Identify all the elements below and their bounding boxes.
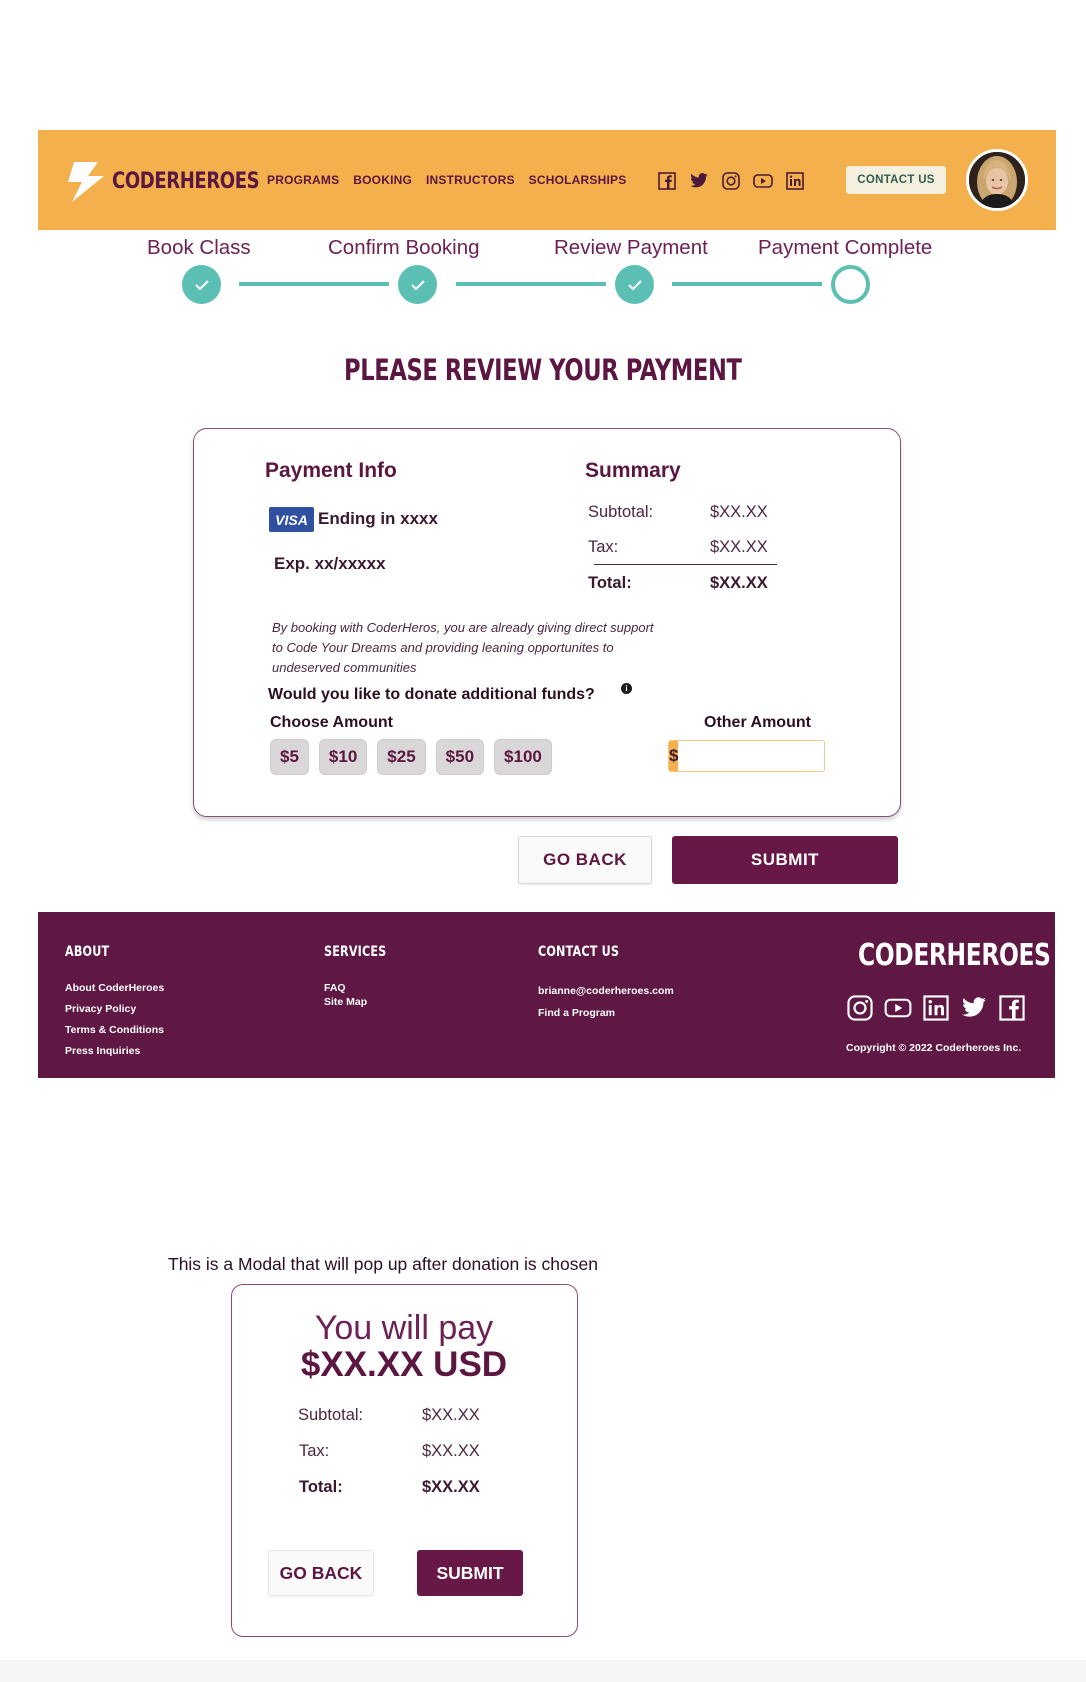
page-title: PLEASE REVIEW YOUR PAYMENT (344, 353, 742, 387)
linkedin-icon[interactable] (784, 170, 806, 192)
modal-subtotal-label: Subtotal: (298, 1406, 364, 1424)
instagram-icon[interactable] (846, 994, 874, 1022)
choose-amount-label: Choose Amount (270, 714, 393, 731)
nav-instructors[interactable]: INSTRUCTORS (426, 173, 515, 187)
modal-total-label: Total: (299, 1478, 343, 1496)
modal-go-back-button[interactable]: GO BACK (268, 1550, 374, 1596)
check-icon (410, 279, 425, 290)
subtotal-label: Subtotal: (588, 503, 654, 521)
copyright: Copyright © 2022 Coderheroes Inc. (846, 1042, 1022, 1054)
check-icon (194, 279, 209, 290)
stepper: Book Class Confirm Booking Review Paymen… (0, 236, 1086, 266)
card-ending: Ending in xxxx (318, 509, 438, 528)
donation-amounts: $5 $10 $25 $50 $100 (270, 739, 552, 775)
footer-link-privacy[interactable]: Privacy Policy (65, 1003, 136, 1015)
footer-link-find-program[interactable]: Find a Program (538, 1007, 615, 1019)
step-dot-payment-complete (831, 265, 870, 304)
instagram-icon[interactable] (720, 170, 742, 192)
step-connector (672, 282, 822, 286)
footer-link-press[interactable]: Press Inquiries (65, 1045, 140, 1057)
logo[interactable]: CODERHEROES (64, 158, 292, 204)
contact-us-button[interactable]: CONTACT US (846, 166, 946, 194)
payment-review-card: Payment Info VISA Ending in xxxx Exp. xx… (193, 428, 901, 817)
amount-25-button[interactable]: $25 (377, 739, 426, 775)
footer-services-heading: SERVICES (324, 944, 387, 960)
other-amount-field: $ (668, 740, 825, 772)
footer-link-terms[interactable]: Terms & Conditions (65, 1024, 164, 1036)
donate-question: Would you like to donate additional fund… (268, 686, 595, 703)
nav-booking[interactable]: BOOKING (353, 173, 412, 187)
step-label-review-payment: Review Payment (554, 236, 708, 259)
site-header: CODERHEROES PROGRAMS BOOKING INSTRUCTORS… (38, 130, 1056, 230)
footer-about-heading: ABOUT (65, 944, 110, 960)
modal-submit-button[interactable]: SUBMIT (417, 1550, 523, 1596)
summary-divider (594, 564, 777, 565)
header-social (656, 170, 806, 192)
bottom-strip (0, 1660, 1086, 1682)
twitter-icon[interactable] (960, 994, 988, 1022)
brand-name: CODERHEROES (112, 168, 260, 194)
linkedin-icon[interactable] (922, 994, 950, 1022)
step-label-payment-complete: Payment Complete (758, 236, 933, 259)
step-dot-book-class (182, 265, 221, 304)
total-value: $XX.XX (710, 574, 768, 592)
modal-caption: This is a Modal that will pop up after d… (168, 1254, 598, 1274)
footer-link-about[interactable]: About CoderHeroes (65, 982, 164, 994)
modal-you-will-pay: You will pay (314, 1309, 494, 1347)
tax-label: Tax: (588, 538, 619, 556)
total-label: Total: (588, 574, 632, 592)
payment-info-heading: Payment Info (265, 459, 397, 482)
step-connector (239, 282, 389, 286)
tax-value: $XX.XX (710, 538, 768, 556)
youtube-icon[interactable] (752, 170, 774, 192)
submit-button[interactable]: SUBMIT (672, 836, 898, 884)
modal-subtotal-value: $XX.XX (422, 1406, 480, 1424)
facebook-icon[interactable] (998, 994, 1026, 1022)
check-icon (627, 279, 642, 290)
subtotal-value: $XX.XX (710, 503, 768, 521)
footer-contact-heading: CONTACT US (538, 944, 620, 960)
dollar-prefix: $ (669, 741, 679, 771)
lightning-bolt-icon (68, 162, 104, 202)
amount-100-button[interactable]: $100 (494, 739, 552, 775)
summary-heading: Summary (585, 459, 681, 482)
step-dot-confirm-booking (398, 265, 437, 304)
step-dot-review-payment (615, 265, 654, 304)
amount-5-button[interactable]: $5 (270, 739, 309, 775)
footer-brand: CODERHEROES (858, 938, 1051, 973)
footer-email-link[interactable]: brianne@coderheroes.com (538, 985, 674, 997)
card-expiry: Exp. xx/xxxxx (274, 554, 386, 573)
amount-50-button[interactable]: $50 (435, 739, 485, 775)
payment-modal: You will pay $XX.XX USD Subtotal: $XX.XX… (231, 1284, 578, 1637)
go-back-button[interactable]: GO BACK (518, 836, 652, 884)
facebook-icon[interactable] (656, 170, 678, 192)
other-amount-input[interactable] (678, 741, 824, 771)
other-amount-label: Other Amount (704, 714, 811, 731)
footer-link-sitemap[interactable]: Site Map (324, 996, 367, 1008)
donation-note: By booking with CoderHeros, you are alre… (272, 620, 654, 675)
visa-card-icon: VISA (269, 507, 314, 532)
step-label-book-class: Book Class (147, 236, 251, 259)
footer-social (846, 994, 1026, 1022)
modal-amount: $XX.XX USD (300, 1345, 508, 1384)
twitter-icon[interactable] (688, 170, 710, 192)
modal-tax-label: Tax: (299, 1442, 330, 1460)
modal-tax-value: $XX.XX (422, 1442, 480, 1460)
footer-link-faq[interactable]: FAQ (324, 982, 346, 994)
youtube-icon[interactable] (884, 994, 912, 1022)
main-nav: PROGRAMS BOOKING INSTRUCTORS SCHOLARSHIP… (267, 173, 626, 187)
site-footer: ABOUT About CoderHeroes Privacy Policy T… (38, 912, 1055, 1078)
nav-programs[interactable]: PROGRAMS (267, 173, 339, 187)
step-connector (456, 282, 606, 286)
info-icon[interactable]: i (621, 683, 632, 694)
modal-total-value: $XX.XX (422, 1478, 480, 1496)
avatar[interactable] (966, 149, 1028, 211)
step-label-confirm-booking: Confirm Booking (328, 236, 480, 259)
amount-10-button[interactable]: $10 (318, 739, 368, 775)
nav-scholarships[interactable]: SCHOLARSHIPS (529, 173, 627, 187)
